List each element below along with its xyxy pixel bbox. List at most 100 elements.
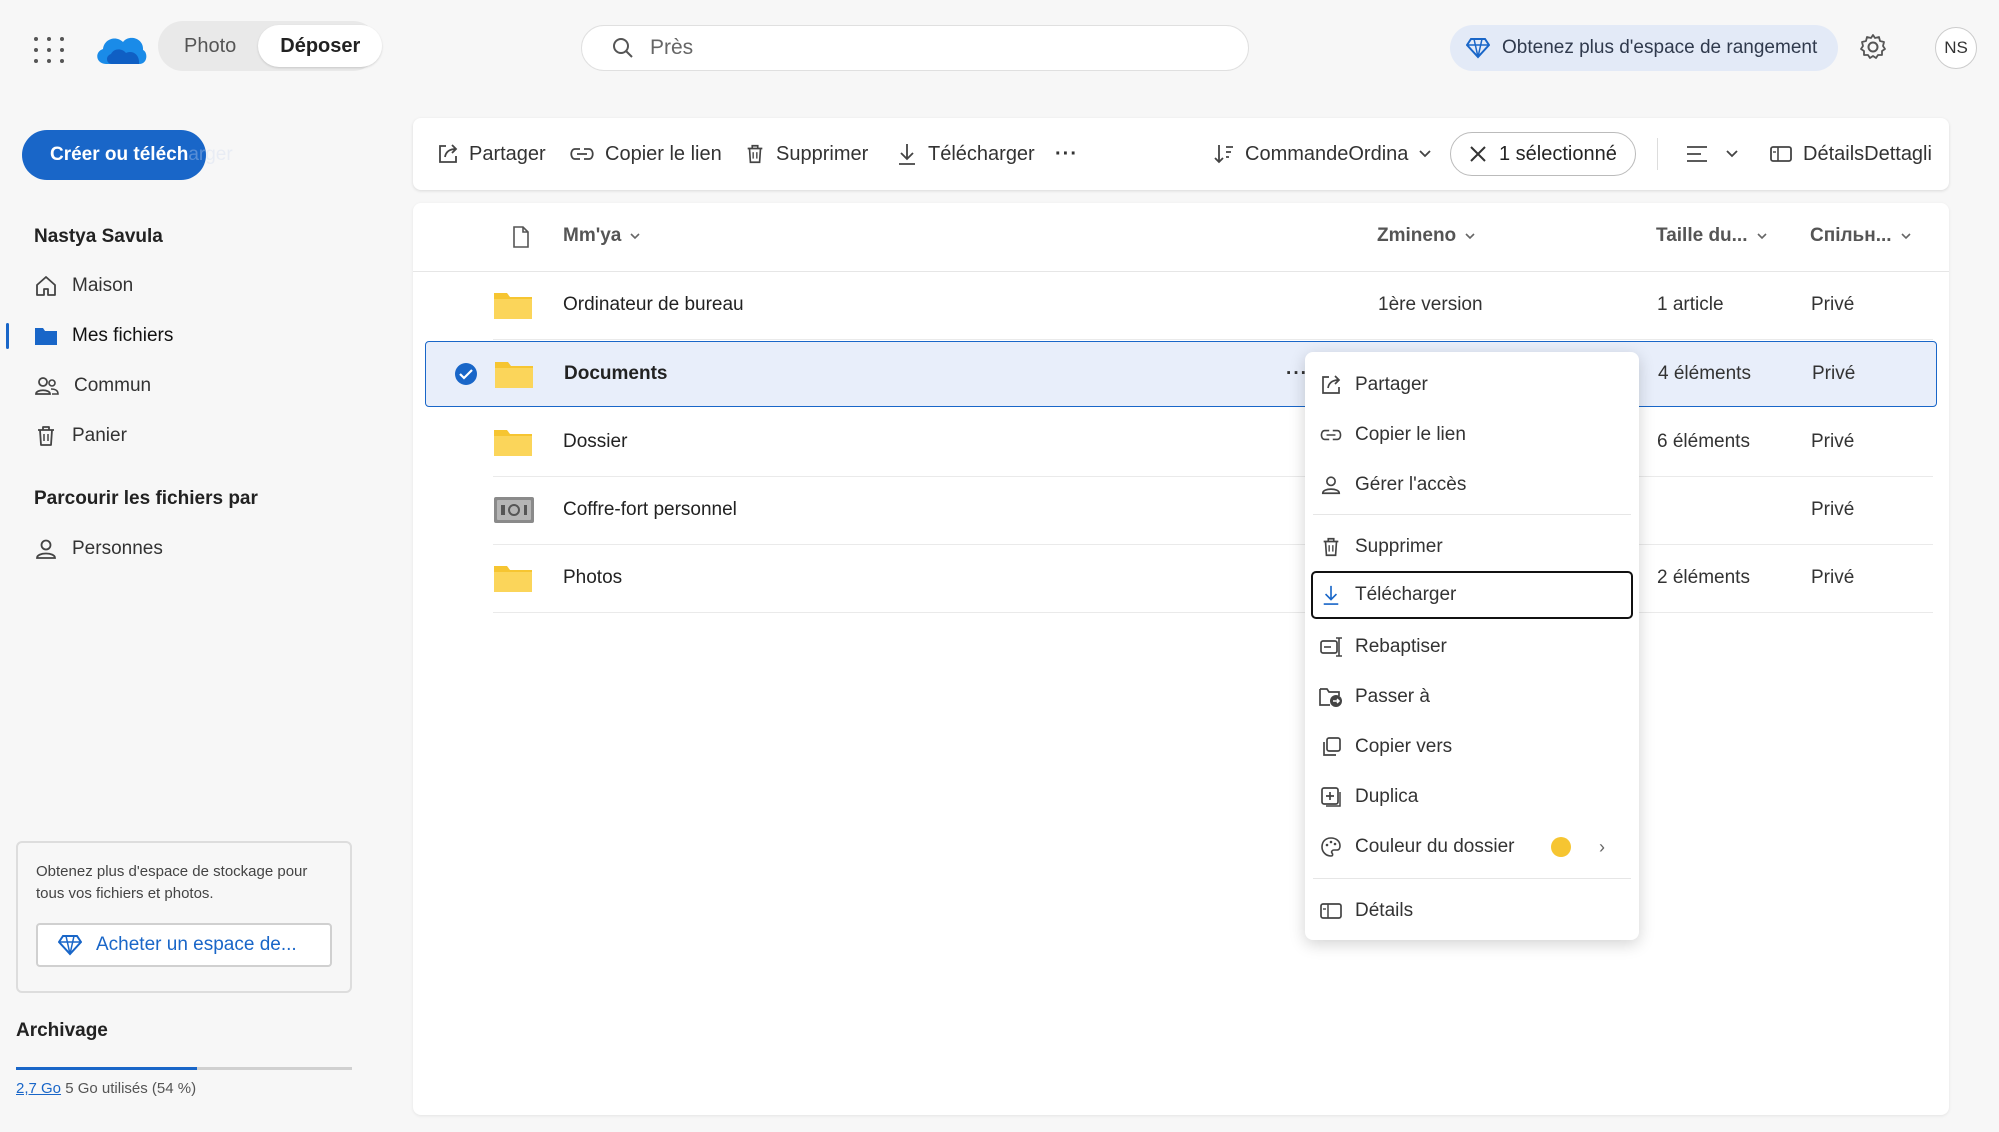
- sidebar-item-recycle-bin[interactable]: Panier: [34, 421, 127, 451]
- menu-item-details[interactable]: Détails: [1319, 888, 1625, 934]
- size-column-label: Taille du...: [1656, 225, 1748, 246]
- settings-button[interactable]: [1858, 32, 1888, 62]
- sidebar-item-my-files[interactable]: Mes fichiers: [34, 321, 173, 351]
- menu-item-copy-to[interactable]: Copier vers: [1319, 724, 1625, 770]
- list-view-icon: [1687, 146, 1707, 162]
- duplicate-icon: [1319, 785, 1343, 809]
- table-row[interactable]: Photos 2 éléments Privé: [493, 544, 1933, 613]
- table-row[interactable]: Dossier 6 éléments Privé: [493, 408, 1933, 477]
- menu-item-delete[interactable]: Supprimer: [1319, 524, 1625, 570]
- share-button[interactable]: Partager: [437, 118, 546, 190]
- copy-link-button[interactable]: Copier le lien: [569, 118, 722, 190]
- menu-item-copy-link[interactable]: Copier le lien: [1319, 412, 1625, 458]
- chevron-right-icon: ›: [1599, 836, 1605, 857]
- buy-storage-label: Acheter un espace de...: [96, 934, 297, 955]
- tab-files[interactable]: Déposer: [258, 25, 383, 67]
- promo-label: Obtenez plus d'espace de rangement: [1502, 37, 1818, 58]
- delete-button[interactable]: Supprimer: [744, 118, 868, 190]
- copy-icon: [1319, 735, 1343, 759]
- menu-item-manage-access[interactable]: Gérer l'accès: [1319, 462, 1625, 508]
- folder-icon: [35, 328, 57, 345]
- folder-icon: [493, 271, 533, 339]
- sharing-column-header[interactable]: Спільн...: [1810, 225, 1912, 247]
- menu-item-duplicate[interactable]: Duplica: [1319, 774, 1625, 820]
- chevron-down-icon: [630, 233, 640, 240]
- menu-item-label: Copier vers: [1355, 736, 1453, 757]
- person-icon: [1319, 473, 1343, 497]
- tab-photo[interactable]: Photo: [162, 25, 258, 67]
- file-list: Mm'ya Zmineno Taille du... Спільн... Ord…: [413, 203, 1949, 1115]
- app-switcher: Photo Déposer: [158, 21, 383, 71]
- menu-item-download[interactable]: Télécharger: [1311, 571, 1633, 619]
- details-pane-icon: [1319, 899, 1343, 923]
- download-icon: [1319, 583, 1343, 607]
- search-icon: [613, 38, 633, 58]
- row-checkbox[interactable]: [454, 342, 478, 406]
- file-size: 1 article: [1657, 294, 1724, 315]
- get-more-storage-button[interactable]: Obtenez plus d'espace de rangement: [1450, 25, 1838, 71]
- share-label: Partager: [469, 142, 546, 165]
- avatar[interactable]: NS: [1935, 27, 1977, 69]
- folder-icon: [493, 544, 533, 612]
- sidebar-item-people[interactable]: Personnes: [34, 534, 163, 564]
- download-icon: [899, 144, 915, 165]
- menu-item-folder-color[interactable]: Couleur du dossier ›: [1319, 824, 1625, 870]
- chevron-down-icon: [1756, 233, 1767, 240]
- view-options-button[interactable]: [1685, 118, 1739, 190]
- file-name[interactable]: Dossier: [563, 408, 627, 476]
- menu-item-label: Duplica: [1355, 786, 1419, 807]
- browse-heading: Parcourir les fichiers par: [34, 488, 258, 509]
- storage-usage: 2,7 Go 5 Go utilisés (54 %): [16, 1080, 196, 1097]
- menu-item-share[interactable]: Partager: [1319, 362, 1625, 408]
- diamond-icon: [58, 935, 82, 956]
- file-name[interactable]: Documents: [564, 342, 667, 406]
- file-name[interactable]: Ordinateur de bureau: [563, 271, 744, 339]
- chevron-down-icon: [1900, 233, 1911, 240]
- create-upload-label: Créer ou téléch: [50, 144, 189, 165]
- storage-used-link[interactable]: 2,7 Go: [16, 1080, 61, 1097]
- clear-selection-button[interactable]: 1 sélectionné: [1450, 132, 1636, 176]
- sort-button[interactable]: CommandeOrdina: [1213, 118, 1432, 190]
- menu-item-rename[interactable]: Rebaptiser: [1319, 624, 1625, 670]
- file-sharing: Privé: [1812, 363, 1856, 384]
- details-pane-button[interactable]: DétailsDettagli: [1769, 118, 1932, 190]
- file-name[interactable]: Photos: [563, 544, 622, 612]
- table-row-selected[interactable]: Documents ··· 4 éléments Privé: [425, 341, 1937, 407]
- close-icon: [1470, 146, 1486, 162]
- sidebar-item-shared[interactable]: Commun: [34, 371, 151, 401]
- rename-icon: [1319, 635, 1343, 659]
- table-row[interactable]: Ordinateur de bureau 1ère version 1 arti…: [493, 271, 1933, 340]
- folder-icon: [493, 408, 533, 476]
- menu-item-label: Partager: [1355, 374, 1428, 395]
- search-input[interactable]: Près: [581, 25, 1249, 71]
- chevron-down-icon: [1419, 150, 1432, 158]
- table-row[interactable]: Coffre-fort personnel Privé: [493, 476, 1933, 545]
- file-name[interactable]: Coffre-fort personnel: [563, 476, 737, 544]
- download-button[interactable]: Télécharger: [896, 118, 1035, 190]
- menu-item-label: Passer à: [1355, 686, 1430, 707]
- storage-upsell-text: Obtenez plus d'espace de stockage pour t…: [36, 863, 308, 902]
- storage-bar-fill: [16, 1067, 198, 1070]
- file-sharing: Privé: [1811, 499, 1855, 520]
- modified-column-header[interactable]: Zmineno: [1377, 225, 1476, 247]
- file-size: 6 éléments: [1657, 431, 1750, 452]
- app-launcher-button[interactable]: [30, 33, 64, 67]
- create-upload-button[interactable]: Créer ou téléch arger: [22, 130, 233, 180]
- sidebar-item-label: Personnes: [72, 538, 163, 559]
- chevron-down-icon: [1726, 150, 1738, 158]
- name-column-header[interactable]: Mm'ya: [563, 225, 641, 247]
- share-icon: [439, 144, 458, 163]
- name-column-label: Mm'ya: [563, 225, 622, 246]
- file-size: 4 éléments: [1658, 363, 1751, 384]
- trash-icon: [1319, 535, 1343, 559]
- search-placeholder: Près: [650, 36, 694, 59]
- menu-item-move-to[interactable]: Passer à: [1319, 674, 1625, 720]
- sidebar-item-home[interactable]: Maison: [34, 271, 133, 301]
- more-actions-button[interactable]: ···: [1055, 118, 1078, 190]
- trash-icon: [38, 426, 54, 446]
- buy-storage-button[interactable]: Acheter un espace de...: [36, 923, 332, 967]
- menu-divider: [1313, 878, 1631, 879]
- size-column-header[interactable]: Taille du...: [1656, 225, 1768, 247]
- link-icon: [570, 148, 594, 160]
- file-sharing: Privé: [1811, 431, 1855, 452]
